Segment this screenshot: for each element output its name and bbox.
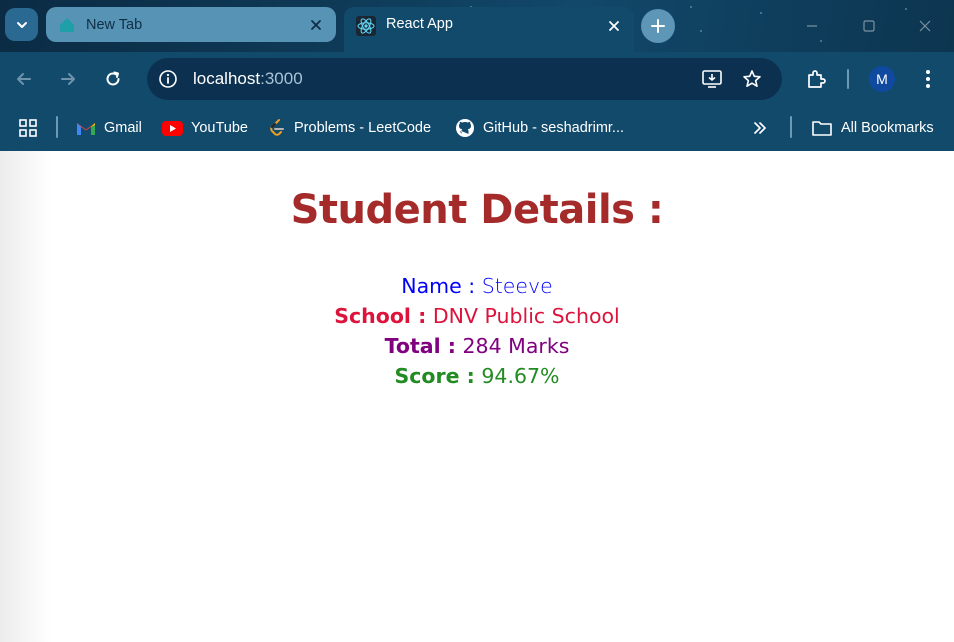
youtube-icon bbox=[162, 120, 183, 136]
bookmark-label: GitHub - seshadrimr... bbox=[483, 120, 625, 136]
arrow-left-icon bbox=[17, 73, 31, 85]
minimize-button[interactable] bbox=[799, 13, 825, 39]
maximize-icon bbox=[863, 20, 875, 32]
home-icon bbox=[60, 17, 74, 32]
bookmarks-divider bbox=[56, 116, 58, 138]
field-label: Score : bbox=[394, 364, 475, 388]
folder-icon bbox=[812, 121, 832, 136]
toolbar-divider bbox=[847, 69, 849, 89]
close-icon bbox=[919, 20, 931, 32]
student-score-row: Score : 94.67% bbox=[0, 364, 954, 388]
tab-strip: New Tab React App bbox=[0, 0, 954, 52]
reload-button[interactable] bbox=[96, 62, 130, 96]
site-info-icon[interactable] bbox=[157, 68, 179, 90]
more-bookmarks-button[interactable] bbox=[752, 115, 768, 141]
page-content: Student Details : Name : Steeve School :… bbox=[0, 151, 954, 642]
field-label: Total : bbox=[384, 334, 456, 358]
all-bookmarks-button[interactable]: All Bookmarks bbox=[811, 115, 934, 141]
profile-button[interactable]: M bbox=[865, 62, 899, 96]
student-name-row: Name : Steeve bbox=[0, 274, 954, 298]
bookmark-label: YouTube bbox=[191, 120, 248, 136]
field-value: 284 Marks bbox=[462, 334, 570, 358]
bookmarks-divider bbox=[790, 116, 792, 138]
install-app-icon[interactable] bbox=[701, 69, 723, 89]
bookmark-github[interactable]: GitHub - seshadrimr... bbox=[455, 115, 624, 141]
field-value: 94.67% bbox=[481, 364, 560, 388]
close-window-button[interactable] bbox=[912, 13, 938, 39]
new-tab-button[interactable] bbox=[641, 9, 675, 43]
github-icon bbox=[456, 119, 474, 137]
double-chevron-right-icon bbox=[754, 122, 766, 134]
bookmark-youtube[interactable]: YouTube bbox=[162, 115, 248, 141]
extensions-button[interactable] bbox=[799, 62, 833, 96]
bookmark-label: Gmail bbox=[104, 120, 142, 136]
leetcode-icon bbox=[270, 119, 284, 136]
tab-label: New Tab bbox=[86, 16, 143, 33]
student-total-row: Total : 284 Marks bbox=[0, 334, 954, 358]
field-value: Steeve bbox=[481, 274, 553, 298]
forward-button[interactable] bbox=[51, 62, 85, 96]
maximize-button[interactable] bbox=[856, 13, 882, 39]
close-icon[interactable] bbox=[604, 16, 624, 36]
minimize-icon bbox=[807, 25, 817, 27]
tab-react-app[interactable]: React App bbox=[344, 7, 634, 52]
address-bar[interactable]: localhost:3000 bbox=[147, 58, 782, 100]
reload-icon bbox=[106, 71, 120, 86]
star-icon[interactable] bbox=[742, 69, 762, 89]
plus-icon bbox=[651, 19, 665, 33]
bookmarks-bar: Gmail YouTube Problems - LeetCode GitHub… bbox=[0, 106, 954, 151]
chevron-down-icon bbox=[16, 21, 27, 28]
tab-new-tab[interactable]: New Tab bbox=[46, 7, 336, 42]
page-title: Student Details : bbox=[290, 187, 664, 233]
close-icon[interactable] bbox=[306, 15, 326, 35]
avatar: M bbox=[869, 66, 895, 92]
url-text[interactable]: localhost:3000 bbox=[193, 69, 303, 89]
bookmark-leetcode[interactable]: Problems - LeetCode bbox=[268, 115, 431, 141]
tab-label: React App bbox=[386, 16, 453, 32]
field-value: DNV Public School bbox=[432, 304, 620, 328]
back-button[interactable] bbox=[7, 62, 41, 96]
more-vertical-icon bbox=[926, 70, 930, 88]
react-icon bbox=[356, 16, 376, 36]
browser-chrome: New Tab React App localhost:3000 M Gmail… bbox=[0, 0, 954, 151]
tab-search-button[interactable] bbox=[5, 8, 38, 41]
menu-button[interactable] bbox=[911, 62, 945, 96]
navigation-toolbar: localhost:3000 M bbox=[0, 52, 954, 106]
bookmark-label: Problems - LeetCode bbox=[294, 120, 432, 136]
all-bookmarks-label: All Bookmarks bbox=[841, 120, 934, 136]
gmail-icon bbox=[77, 123, 95, 135]
field-label: School : bbox=[334, 304, 427, 328]
field-label: Name : bbox=[401, 274, 476, 298]
arrow-right-icon bbox=[61, 73, 75, 85]
student-school-row: School : DNV Public School bbox=[0, 304, 954, 328]
apps-button[interactable] bbox=[18, 115, 38, 141]
puzzle-icon bbox=[808, 70, 826, 88]
bookmark-gmail[interactable]: Gmail bbox=[76, 115, 142, 141]
apps-grid-icon bbox=[19, 119, 37, 137]
